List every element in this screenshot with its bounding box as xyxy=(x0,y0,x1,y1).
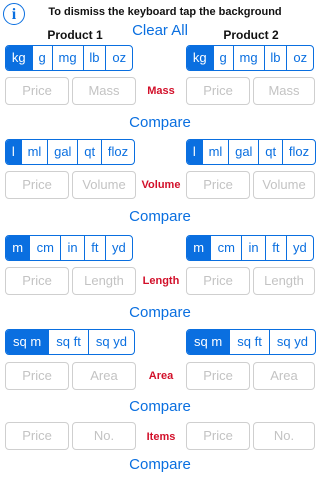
unit-cm-p2[interactable]: cm xyxy=(210,236,241,260)
volume-category-label: Volume xyxy=(141,179,181,191)
mass-category-label: Mass xyxy=(147,85,175,97)
clear-all-button[interactable]: Clear All xyxy=(120,22,200,39)
unit-sqyd-p2[interactable]: sq yd xyxy=(268,330,315,354)
mass-price-input-p2[interactable]: Price xyxy=(186,77,250,105)
unit-m-p2[interactable]: m xyxy=(187,236,211,260)
items-category-label: Items xyxy=(146,431,176,443)
items-price-input-p2[interactable]: Price xyxy=(186,422,250,450)
length-price-input-p1[interactable]: Price xyxy=(5,267,69,295)
volume-unit-selector-p2[interactable]: l ml gal qt floz xyxy=(186,139,316,165)
length-unit-selector-p1[interactable]: m cm in ft yd xyxy=(5,235,133,261)
length-quantity-input-p1[interactable]: Length xyxy=(72,267,136,295)
mass-quantity-input-p1[interactable]: Mass xyxy=(72,77,136,105)
unit-qt-p1[interactable]: qt xyxy=(77,140,101,164)
unit-ml-p2[interactable]: ml xyxy=(201,140,229,164)
unit-mg-p1[interactable]: mg xyxy=(51,46,83,70)
unit-lb-p1[interactable]: lb xyxy=(82,46,106,70)
unit-kg-p2[interactable]: kg xyxy=(187,46,213,70)
unit-ft-p2[interactable]: ft xyxy=(264,236,286,260)
unit-oz-p1[interactable]: oz xyxy=(105,46,132,70)
unit-m-p1[interactable]: m xyxy=(6,236,30,260)
unit-in-p2[interactable]: in xyxy=(241,236,265,260)
unit-floz-p2[interactable]: floz xyxy=(282,140,315,164)
volume-price-input-p2[interactable]: Price xyxy=(186,171,250,199)
items-quantity-input-p2[interactable]: No. xyxy=(253,422,315,450)
unit-kg-p1[interactable]: kg xyxy=(6,46,32,70)
unit-sqft-p2[interactable]: sq ft xyxy=(229,330,269,354)
items-quantity-input-p1[interactable]: No. xyxy=(72,422,136,450)
unit-l-p2[interactable]: l xyxy=(187,140,202,164)
mass-unit-selector-p2[interactable]: kg g mg lb oz xyxy=(186,45,314,71)
length-price-input-p2[interactable]: Price xyxy=(186,267,250,295)
area-unit-selector-p2[interactable]: sq m sq ft sq yd xyxy=(186,329,316,355)
info-icon[interactable]: i xyxy=(3,3,25,25)
product-1-label: Product 1 xyxy=(47,28,103,42)
area-category-label: Area xyxy=(148,370,174,382)
unit-ft-p1[interactable]: ft xyxy=(83,236,105,260)
unit-yd-p1[interactable]: yd xyxy=(104,236,132,260)
product-2-label: Product 2 xyxy=(223,28,279,42)
volume-unit-selector-p1[interactable]: l ml gal qt floz xyxy=(5,139,135,165)
unit-cm-p1[interactable]: cm xyxy=(29,236,60,260)
mass-quantity-input-p2[interactable]: Mass xyxy=(253,77,315,105)
length-quantity-input-p2[interactable]: Length xyxy=(253,267,315,295)
volume-quantity-input-p2[interactable]: Volume xyxy=(253,171,315,199)
unit-ml-p1[interactable]: ml xyxy=(20,140,48,164)
keyboard-hint: To dismiss the keyboard tap the backgrou… xyxy=(48,6,282,18)
area-price-input-p1[interactable]: Price xyxy=(5,362,69,390)
length-category-label: Length xyxy=(142,275,180,287)
volume-quantity-input-p1[interactable]: Volume xyxy=(72,171,136,199)
unit-l-p1[interactable]: l xyxy=(6,140,21,164)
area-quantity-input-p2[interactable]: Area xyxy=(253,362,315,390)
unit-g-p1[interactable]: g xyxy=(31,46,52,70)
mass-compare-button[interactable]: Compare xyxy=(110,114,210,131)
unit-in-p1[interactable]: in xyxy=(60,236,84,260)
length-unit-selector-p2[interactable]: m cm in ft yd xyxy=(186,235,314,261)
area-compare-button[interactable]: Compare xyxy=(110,398,210,415)
unit-lb-p2[interactable]: lb xyxy=(263,46,287,70)
unit-yd-p2[interactable]: yd xyxy=(285,236,313,260)
unit-g-p2[interactable]: g xyxy=(212,46,233,70)
area-price-input-p2[interactable]: Price xyxy=(186,362,250,390)
unit-sqm-p1[interactable]: sq m xyxy=(6,330,49,354)
mass-price-input-p1[interactable]: Price xyxy=(5,77,69,105)
unit-gal-p1[interactable]: gal xyxy=(47,140,77,164)
volume-price-input-p1[interactable]: Price xyxy=(5,171,69,199)
unit-gal-p2[interactable]: gal xyxy=(228,140,258,164)
unit-sqyd-p1[interactable]: sq yd xyxy=(87,330,134,354)
items-price-input-p1[interactable]: Price xyxy=(5,422,69,450)
items-compare-button[interactable]: Compare xyxy=(110,456,210,473)
volume-compare-button[interactable]: Compare xyxy=(110,208,210,225)
unit-qt-p2[interactable]: qt xyxy=(258,140,282,164)
unit-mg-p2[interactable]: mg xyxy=(232,46,264,70)
area-quantity-input-p1[interactable]: Area xyxy=(72,362,136,390)
unit-oz-p2[interactable]: oz xyxy=(286,46,313,70)
unit-sqm-p2[interactable]: sq m xyxy=(187,330,230,354)
mass-unit-selector-p1[interactable]: kg g mg lb oz xyxy=(5,45,133,71)
unit-sqft-p1[interactable]: sq ft xyxy=(48,330,88,354)
unit-floz-p1[interactable]: floz xyxy=(101,140,134,164)
area-unit-selector-p1[interactable]: sq m sq ft sq yd xyxy=(5,329,135,355)
length-compare-button[interactable]: Compare xyxy=(110,304,210,321)
